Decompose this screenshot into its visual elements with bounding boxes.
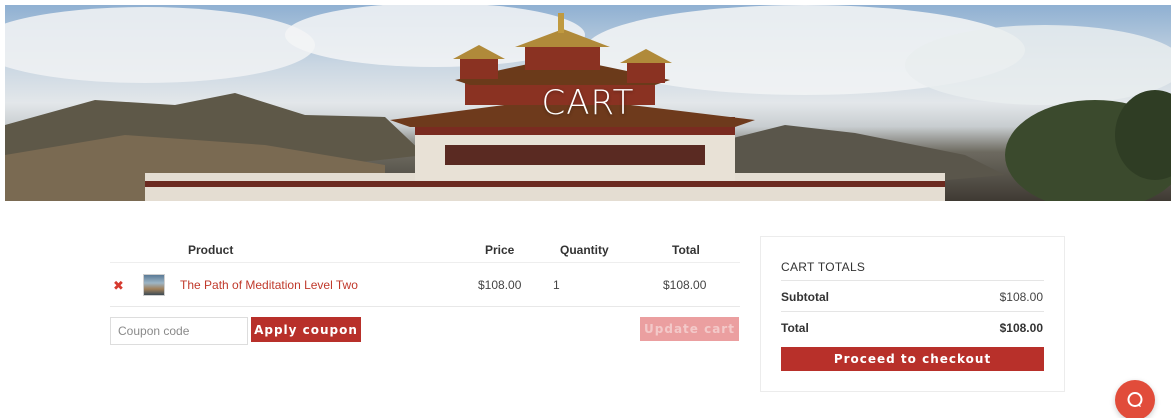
coupon-row: Apply coupon Update cart [110,307,740,351]
subtotal-value: $108.00 [999,290,1043,304]
page-title: CART [541,83,635,123]
hero-banner: CART [5,5,1171,201]
item-price: $108.00 [478,278,522,292]
coupon-code-input[interactable] [110,317,248,345]
total-value: $108.00 [999,321,1043,335]
total-label: Total [781,321,809,335]
product-thumbnail[interactable] [143,274,165,296]
chat-button[interactable] [1115,380,1155,418]
chat-icon [1127,392,1143,407]
item-quantity[interactable]: 1 [553,278,560,292]
cart-totals-panel: CART TOTALS Subtotal $108.00 Total $108.… [760,236,1065,392]
cart-totals-title: CART TOTALS [781,260,866,274]
divider [781,311,1044,312]
subtotal-label: Subtotal [781,290,829,304]
column-header-product: Product [188,243,234,257]
cart-table: Product Price Quantity Total ✖ The Path … [110,236,740,351]
proceed-to-checkout-button[interactable]: Proceed to checkout [781,347,1044,371]
product-name-link[interactable]: The Path of Meditation Level Two [180,278,358,292]
apply-coupon-button[interactable]: Apply coupon [251,317,361,342]
divider [781,280,1044,281]
column-header-total: Total [672,243,700,257]
column-header-price: Price [485,243,515,257]
item-total: $108.00 [663,278,707,292]
table-row: ✖ The Path of Meditation Level Two $108.… [110,263,740,307]
close-icon[interactable]: ✖ [113,278,124,294]
update-cart-button[interactable]: Update cart [640,317,739,341]
column-header-quantity: Quantity [560,243,609,257]
table-header: Product Price Quantity Total [110,236,740,263]
